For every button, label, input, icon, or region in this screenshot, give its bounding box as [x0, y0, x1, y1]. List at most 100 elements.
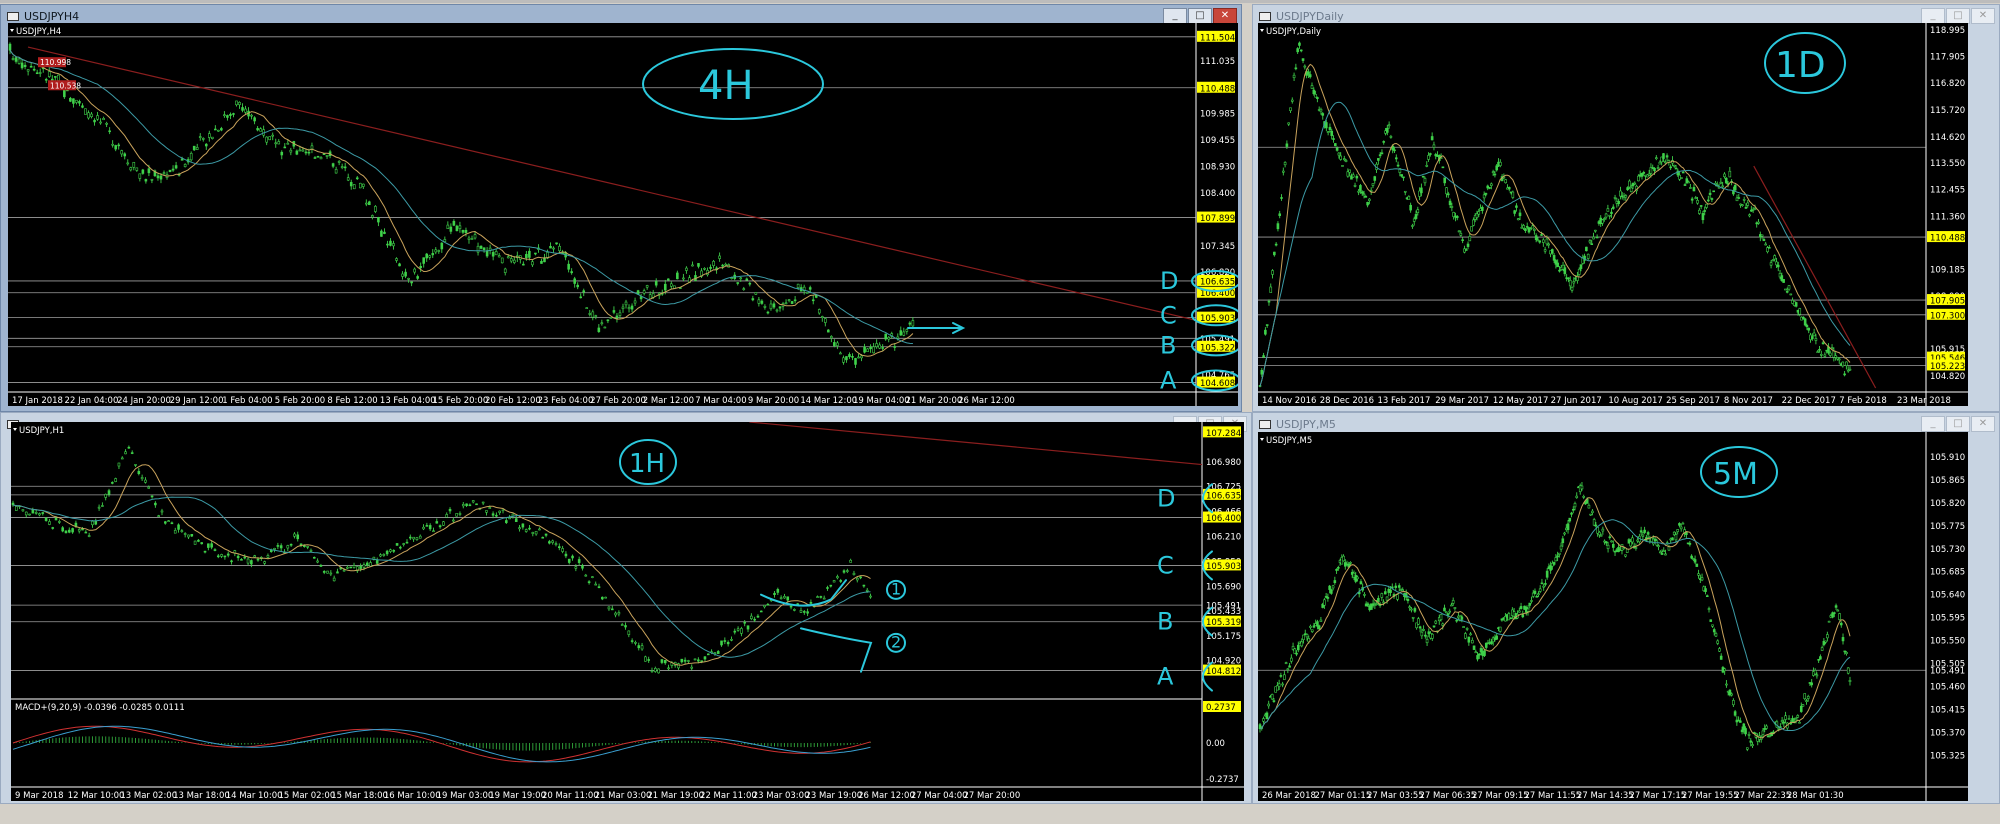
- time-axis-label: 19 Mar 03:00: [437, 791, 494, 801]
- chart-area-h1[interactable]: 107.284106.980106.725106.635106.466106.4…: [11, 422, 1244, 801]
- time-axis-label: 23 Mar 03:00: [753, 791, 810, 801]
- price-axis-label: 105.775: [1930, 522, 1965, 532]
- annotation-arrow: [907, 322, 966, 334]
- time-axis-label: 29 Mar 2017: [1435, 396, 1489, 406]
- time-axis-label: 22 Mar 11:00: [700, 791, 757, 801]
- price-axis-label: 107.345: [1200, 242, 1235, 252]
- price-axis-label: 105.319: [1206, 618, 1241, 628]
- time-axis-label: 26 Mar 12:00: [958, 396, 1015, 406]
- time-axis-label: 27 Mar 19:55: [1682, 791, 1739, 801]
- time-axis-label: 13 Mar 18:00: [173, 791, 230, 801]
- maximize-button[interactable]: □: [1188, 8, 1212, 24]
- price-axis-label: 105.460: [1930, 683, 1965, 693]
- dropdown-icon: [10, 29, 14, 32]
- time-axis-label: 25 Sep 2017: [1666, 396, 1720, 406]
- ma-slow-line: [1259, 101, 1851, 387]
- annotation-label: 1D: [1775, 45, 1826, 86]
- time-axis-label: 27 Mar 04:00: [911, 791, 968, 801]
- price-axis-label: 110.488: [1200, 84, 1235, 94]
- trend-line: [1753, 165, 1877, 389]
- time-axis-label: 16 Mar 10:00: [384, 791, 441, 801]
- time-axis-label: 26 Mar 12:00: [858, 791, 915, 801]
- window-title: USDJPYDaily: [1276, 9, 1344, 23]
- price-axis-label: 104.608: [1200, 379, 1235, 389]
- price-axis-label: 107.284: [1206, 429, 1241, 439]
- price-axis-label: 110.488: [1930, 234, 1965, 244]
- price-axis-label: 105.820: [1930, 499, 1965, 509]
- maximize-button[interactable]: □: [1946, 8, 1970, 24]
- ma-fast-line: [1259, 497, 1851, 739]
- price-axis-label: 115.720: [1930, 106, 1965, 116]
- time-axis-label: 27 Feb 20:00: [590, 396, 646, 406]
- price-chart-svg: 111.504 111.035 110.488 109.985 109.455 108.9…: [8, 23, 1238, 406]
- price-axis-label: 105.325: [1930, 751, 1965, 761]
- minimize-button[interactable]: _: [1921, 8, 1945, 24]
- time-axis-label: 22 Dec 2017: [1782, 396, 1836, 406]
- candlestick-series: [11, 445, 872, 674]
- hand-drawn-annotations: 5M: [1700, 446, 1778, 498]
- chart-area-h4[interactable]: 111.504 111.035 110.488 109.985 109.455 108.9…: [8, 23, 1238, 406]
- macd-axis-label: 0.2737: [1206, 703, 1236, 713]
- time-axis-label: 15 Feb 20:00: [432, 396, 488, 406]
- close-button[interactable]: ✕: [1971, 8, 1995, 24]
- time-axis-label: 7 Mar 04:00: [695, 396, 746, 406]
- chart-area-m5[interactable]: 105.910 105.865 105.820 105.775 105.730 105.6…: [1258, 432, 1968, 801]
- maximize-button[interactable]: □: [1946, 416, 1970, 432]
- annotation-label: D: [1160, 267, 1178, 295]
- chart-window-h1[interactable]: _□✕107.284106.980106.725106.635106.46610…: [0, 412, 1252, 804]
- price-axis-label: 112.455: [1930, 186, 1965, 196]
- time-axis-label: 23 Mar 2018: [1897, 396, 1951, 406]
- price-axis-label: 105.640: [1930, 591, 1965, 601]
- annotation-label: 1H: [629, 449, 665, 479]
- time-axis-label: 12 May 2017: [1493, 396, 1548, 406]
- hand-drawn-annotations: 4H DCBA: [642, 48, 1238, 394]
- minimize-button[interactable]: _: [1921, 416, 1945, 432]
- time-axis-label: 27 Mar 17:15: [1629, 791, 1686, 801]
- time-axis-label: 23 Feb 04:00: [538, 396, 594, 406]
- chart-window-m5[interactable]: USDJPY,M5 _ □ ✕ 105.910 105.865 105.820 105.775…: [1252, 412, 2000, 804]
- time-axis-label: 27 Mar 11:55: [1524, 791, 1581, 801]
- annotation-label: D: [1157, 484, 1175, 512]
- time-axis-label: 10 Aug 2017: [1608, 396, 1662, 406]
- time-axis-label: 19 Mar 19:00: [489, 791, 546, 801]
- time-axis-label: 27 Mar 03:55: [1367, 791, 1424, 801]
- ma-slow-line: [1259, 519, 1851, 732]
- minimize-button[interactable]: _: [1163, 8, 1187, 24]
- symbol-label: USDJPY,H1: [19, 426, 64, 436]
- price-axis-label: 106.210: [1206, 532, 1241, 542]
- annotation-label: 4H: [698, 63, 754, 109]
- price-axis-label: 108.400: [1200, 189, 1235, 199]
- chart-window-icon: [1259, 11, 1271, 21]
- chart-window-d1[interactable]: USDJPYDaily _ □ ✕ 118.995 117.905 116.820 115.7…: [1252, 4, 2000, 412]
- top-strip: [0, 0, 2000, 3]
- red-price-tag-label: 110.998: [40, 58, 71, 67]
- chart-area-d1[interactable]: 118.995 117.905 116.820 115.720 114.620 113.5…: [1258, 23, 1968, 406]
- annotation-label: C: [1157, 551, 1174, 579]
- price-axis-label: 116.820: [1930, 79, 1965, 89]
- close-button[interactable]: ✕: [1213, 8, 1237, 24]
- price-axis-label: 105.910: [1930, 453, 1965, 463]
- time-axis-label: 13 Mar 02:00: [120, 791, 177, 801]
- price-axis-label: 111.360: [1930, 212, 1965, 222]
- chart-window-h4[interactable]: USDJPYH4 _ □ ✕ 111.504 111.035 110.488 109.985 1…: [0, 4, 1242, 412]
- time-axis-label: 5 Feb 20:00: [275, 396, 325, 406]
- time-axis-label: 23 Mar 19:00: [805, 791, 862, 801]
- close-button[interactable]: ✕: [1971, 416, 1995, 432]
- time-axis-label: 1 Feb 04:00: [222, 396, 272, 406]
- time-axis-label: 27 Mar 20:00: [964, 791, 1021, 801]
- dropdown-icon: [13, 428, 17, 431]
- price-axis-label: 105.730: [1930, 545, 1965, 555]
- price-axis-label: 106.635: [1206, 491, 1241, 501]
- price-axis-label: 113.550: [1930, 159, 1965, 169]
- macd-axis-label: 0.00: [1206, 739, 1225, 749]
- price-axis-label: 105.175: [1206, 632, 1241, 642]
- time-axis-label: 15 Mar 18:00: [331, 791, 388, 801]
- annotation-label: A: [1160, 366, 1177, 394]
- time-axis-label: 14 Mar 10:00: [226, 791, 283, 801]
- price-axis-label: 114.620: [1930, 133, 1965, 143]
- price-axis-label: 117.905: [1930, 53, 1965, 63]
- time-axis-label: 29 Jan 12:00: [170, 396, 224, 406]
- price-axis-label: 109.455: [1200, 136, 1235, 146]
- annotation-scribble: [800, 627, 873, 673]
- price-axis-label: 106.400: [1206, 514, 1241, 524]
